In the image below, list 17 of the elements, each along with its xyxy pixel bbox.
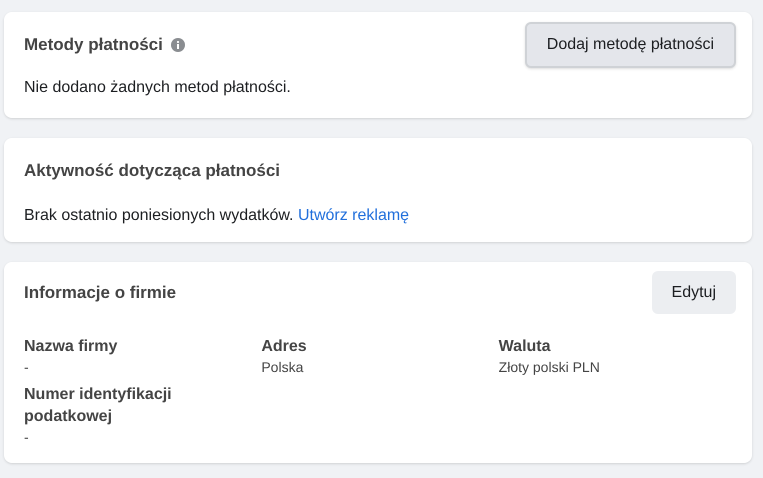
field-value: Złoty polski PLN	[498, 358, 600, 376]
field-label: Adres	[261, 337, 308, 357]
create-ad-link[interactable]: Utwórz reklamę	[298, 206, 410, 224]
section-title: Informacje o firmie	[24, 282, 176, 304]
field-value: -	[24, 358, 29, 376]
section-title: Aktywność dotycząca płatności	[24, 160, 282, 182]
field-value: Polska	[261, 358, 304, 376]
empty-message: Nie dodano żadnych metod płatności.	[24, 78, 292, 98]
info-icon	[170, 38, 185, 52]
field-label: Waluta	[498, 337, 552, 357]
field-value: -	[24, 428, 29, 446]
activity-message: Brak ostatnio poniesionych wydatków.	[24, 206, 294, 224]
edit-button[interactable]: Edytuj	[652, 271, 736, 314]
add-payment-method-button[interactable]: Dodaj metodę płatności	[524, 22, 736, 68]
section-title: Metody płatności	[24, 34, 163, 56]
field-label: Nazwa firmy	[24, 337, 118, 357]
field-label: Numer identyfikacji podatkowej	[24, 385, 173, 427]
